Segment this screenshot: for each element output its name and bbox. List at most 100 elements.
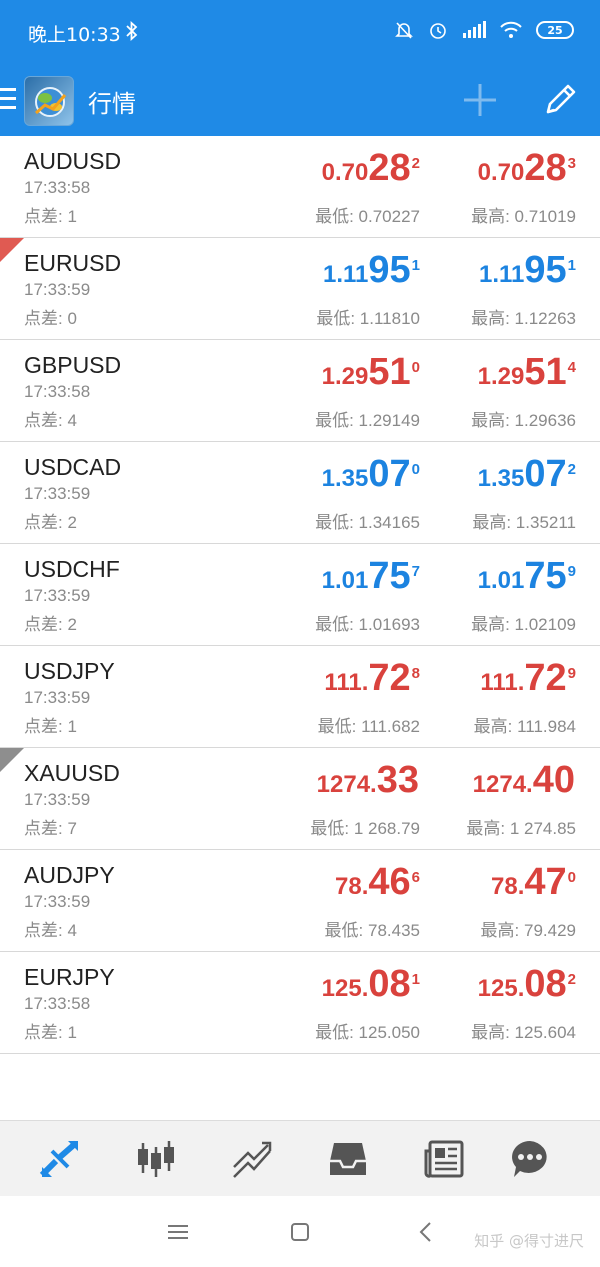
symbol-name: GBPUSD: [24, 352, 122, 378]
battery-icon: 25: [536, 21, 574, 39]
quote-time: 17:33:58: [24, 994, 91, 1013]
spread: 点差: 1: [24, 207, 77, 226]
add-icon[interactable]: [462, 82, 498, 118]
trade-icon[interactable]: [230, 1137, 274, 1181]
spread: 点差: 2: [24, 615, 77, 634]
bid-price[interactable]: 1.11951: [323, 248, 420, 300]
ask-price-fraction: 1: [567, 257, 576, 274]
quote-row[interactable]: XAUUSD 17:33:59 点差: 7 1274.33 1274.40 最低…: [0, 748, 600, 850]
quote-time: 17:33:58: [24, 382, 91, 401]
ask-price-pips: 28: [524, 147, 567, 189]
bid-price-fraction: 2: [411, 155, 420, 172]
quote-row[interactable]: USDCHF 17:33:59 点差: 2 1.01757 1.01759 最低…: [0, 544, 600, 646]
ask-price-pips: 47: [524, 861, 567, 903]
bid-price-prefix: 125.: [321, 975, 369, 1002]
quote-time: 17:33:59: [24, 892, 91, 911]
chat-icon[interactable]: [508, 1137, 552, 1181]
bid-price[interactable]: 1274.33: [317, 758, 420, 810]
symbol-name: AUDJPY: [24, 862, 115, 888]
quote-time: 17:33:59: [24, 484, 91, 503]
ask-price[interactable]: 125.082: [478, 962, 576, 1014]
bid-price-prefix: 1.35: [321, 465, 369, 492]
spread: 点差: 4: [24, 921, 77, 940]
ask-price[interactable]: 1.11951: [479, 248, 576, 300]
quotes-icon[interactable]: [38, 1137, 82, 1181]
bid-price[interactable]: 125.081: [322, 962, 420, 1014]
edit-icon[interactable]: [542, 82, 578, 118]
bid-price-prefix: 1.29: [321, 363, 369, 390]
bid-price[interactable]: 78.466: [335, 860, 420, 912]
ask-price-prefix: 1.01: [477, 567, 525, 594]
bid-price-fraction: 6: [411, 869, 420, 886]
quote-time: 17:33:59: [24, 280, 91, 299]
ask-price-fraction: 3: [567, 155, 576, 172]
home-icon[interactable]: [286, 1218, 314, 1246]
symbol-name: USDCAD: [24, 454, 122, 480]
high-price: 最高: 1 274.85: [466, 819, 576, 838]
quote-time: 17:33:59: [24, 586, 91, 605]
ask-price-pips: 08: [524, 963, 567, 1005]
ask-price-fraction: 9: [567, 563, 576, 580]
spread: 点差: 0: [24, 309, 77, 328]
bid-price-fraction: 8: [411, 665, 420, 682]
ask-price[interactable]: 1.35072: [478, 452, 576, 504]
signal-icon: [463, 21, 486, 38]
quote-row[interactable]: EURJPY 17:33:58 点差: 1 125.081 125.082 最低…: [0, 952, 600, 1054]
symbol-name: USDCHF: [24, 556, 120, 582]
low-price: 最低: 1.29149: [315, 411, 420, 430]
quote-row[interactable]: GBPUSD 17:33:58 点差: 4 1.29510 1.29514 最低…: [0, 340, 600, 442]
ask-price-pips: 40: [532, 759, 575, 801]
ask-price[interactable]: 1274.40: [473, 758, 576, 810]
high-price: 最高: 0.71019: [471, 207, 576, 226]
bid-price-fraction: 1: [411, 257, 420, 274]
quote-row[interactable]: USDJPY 17:33:59 点差: 1 111.728 111.729 最低…: [0, 646, 600, 748]
low-price: 最低: 1 268.79: [310, 819, 420, 838]
ask-price[interactable]: 1.01759: [478, 554, 576, 606]
bid-price-pips: 46: [368, 861, 411, 903]
low-price: 最低: 111.682: [317, 717, 420, 736]
bid-price-prefix: 1.11: [322, 261, 369, 288]
app-bar: 行情: [0, 66, 600, 136]
ask-price-pips: 07: [524, 453, 567, 495]
page-title: 行情: [88, 90, 136, 118]
quote-row[interactable]: AUDJPY 17:33:59 点差: 4 78.466 78.470 最低: …: [0, 850, 600, 952]
status-icons: 25: [394, 20, 574, 40]
bid-price-fraction: 0: [411, 461, 420, 478]
quote-row[interactable]: USDCAD 17:33:59 点差: 2 1.35070 1.35072 最低…: [0, 442, 600, 544]
quote-row[interactable]: EURUSD 17:33:59 点差: 0 1.11951 1.11951 最低…: [0, 238, 600, 340]
status-time: 晚上10:33: [28, 24, 121, 46]
ask-price[interactable]: 1.29514: [478, 350, 576, 402]
ask-price-pips: 75: [524, 555, 567, 597]
ask-price-prefix: 1.11: [478, 261, 525, 288]
chart-icon[interactable]: [134, 1137, 178, 1181]
bid-price-fraction: 7: [411, 563, 420, 580]
symbol-name: EURUSD: [24, 250, 122, 276]
bid-price[interactable]: 1.29510: [322, 350, 420, 402]
bid-price[interactable]: 0.70282: [322, 146, 420, 198]
high-price: 最高: 111.984: [473, 717, 576, 736]
app-logo: [24, 76, 74, 126]
ask-price[interactable]: 111.729: [480, 656, 576, 708]
low-price: 最低: 78.435: [324, 921, 420, 940]
menu-icon[interactable]: [0, 88, 16, 112]
ask-price-prefix: 125.: [477, 975, 525, 1002]
bid-price[interactable]: 111.728: [324, 656, 420, 708]
bluetooth-icon: [126, 21, 138, 41]
back-icon[interactable]: [412, 1218, 440, 1246]
bid-price-prefix: 0.70: [321, 159, 369, 186]
bid-price[interactable]: 1.01757: [322, 554, 420, 606]
recent-apps-icon[interactable]: [164, 1218, 192, 1246]
history-icon[interactable]: [326, 1137, 370, 1181]
ask-price[interactable]: 78.470: [491, 860, 576, 912]
low-price: 最低: 1.34165: [315, 513, 420, 532]
quote-row[interactable]: AUDUSD 17:33:58 点差: 1 0.70282 0.70283 最低…: [0, 136, 600, 238]
bid-price-prefix: 111.: [324, 669, 369, 696]
quote-time: 17:33:59: [24, 688, 91, 707]
news-icon[interactable]: [422, 1137, 466, 1181]
watermark: 知乎 @得寸进尺: [474, 1232, 584, 1250]
ask-price[interactable]: 0.70283: [478, 146, 576, 198]
ask-price-prefix: 1274.: [472, 771, 533, 798]
bid-price-fraction: 0: [411, 359, 420, 376]
bid-price[interactable]: 1.35070: [322, 452, 420, 504]
spread: 点差: 1: [24, 717, 77, 736]
